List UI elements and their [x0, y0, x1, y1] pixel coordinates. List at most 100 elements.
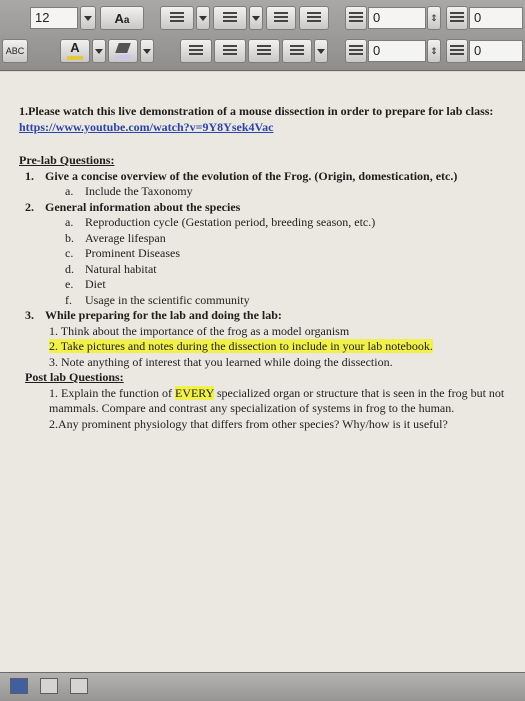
- spacing-before-stepper[interactable]: ⇕: [427, 39, 441, 63]
- question-3: 3. While preparing for the lab and doing…: [19, 308, 519, 324]
- normal-view-icon[interactable]: [10, 678, 28, 694]
- subitem-text: Average lifespan: [85, 230, 166, 245]
- formatting-toolbar: 12 Aa 0 ⇕ 0 ABC A 0 ⇕ 0: [0, 0, 525, 71]
- numbering-button[interactable]: [213, 6, 247, 30]
- justify-button[interactable]: [282, 39, 312, 63]
- increase-indent-icon: [307, 12, 321, 24]
- subitem-number: d.: [65, 261, 74, 276]
- stepper-arrows-icon: ⇕: [430, 45, 438, 56]
- question-2-number: 2.: [25, 199, 34, 214]
- font-color-button[interactable]: A: [60, 39, 90, 63]
- indent-right-icon: [450, 12, 464, 24]
- numbered-list-icon: [223, 12, 237, 24]
- align-right-icon: [257, 45, 271, 57]
- justify-icon: [290, 45, 304, 57]
- indent-left-icon: [349, 12, 363, 24]
- toolbar-row-1: 12 Aa 0 ⇕ 0: [0, 2, 525, 34]
- question-2-subitem: b. Average lifespan: [19, 231, 519, 247]
- document-body[interactable]: 1.Please watch this live demonstration o…: [19, 104, 519, 432]
- subitem-text: Prominent Diseases: [85, 246, 180, 260]
- question-2: 2. General information about the species: [19, 200, 519, 216]
- status-bar: [0, 672, 525, 701]
- question-1a-text: Include the Taxonomy: [85, 184, 193, 198]
- bullets-dropdown-button[interactable]: [196, 6, 210, 30]
- spacing-after-field[interactable]: 0: [469, 40, 523, 62]
- highlighted-text: EVERY: [174, 385, 214, 400]
- font-color-swatch: [67, 56, 83, 60]
- indent-right-field[interactable]: 0: [469, 7, 523, 29]
- highlight-swatch: [115, 55, 131, 59]
- font-size-dropdown-button[interactable]: [80, 6, 96, 30]
- question-3-item-3: 3. Note anything of interest that you le…: [49, 354, 393, 369]
- text-styles-button[interactable]: Aa: [100, 6, 144, 30]
- indent-left-icon-button: [345, 6, 367, 30]
- subitem-number: c.: [65, 246, 74, 260]
- subitem-number: f.: [65, 292, 72, 307]
- question-2-subitem: e. Diet: [19, 277, 519, 293]
- highlight-dropdown[interactable]: [140, 39, 154, 63]
- highlight-button[interactable]: [108, 39, 138, 63]
- chevron-down-icon: [95, 48, 103, 54]
- decrease-indent-icon: [274, 12, 288, 24]
- postlab-question-1: 1. Explain the function of EVERY special…: [19, 385, 519, 417]
- spacing-before-icon: [349, 45, 363, 57]
- question-2-subitem: f. Usage in the scientific community: [19, 293, 519, 309]
- spacing-after-icon-button: [446, 39, 468, 63]
- font-size-field[interactable]: 12: [30, 7, 78, 29]
- question-1-number: 1.: [25, 168, 34, 183]
- indent-right-icon-button: [446, 6, 468, 30]
- decrease-indent-button[interactable]: [266, 6, 296, 30]
- bullet-list-icon: [170, 12, 184, 24]
- postlab-question-2: 2.Any prominent physiology that differs …: [49, 416, 448, 431]
- highlighted-text: 2. Take pictures and notes during the di…: [49, 339, 433, 353]
- question-2-text: General information about the species: [45, 199, 241, 214]
- align-left-icon: [189, 45, 203, 57]
- question-1a-number: a.: [65, 184, 74, 198]
- align-left-button[interactable]: [180, 39, 212, 63]
- prelab-heading: Pre-lab Questions:: [19, 153, 115, 167]
- question-3-item-2: 2. Take pictures and notes during the di…: [19, 339, 519, 355]
- indent-left-stepper[interactable]: ⇕: [427, 6, 441, 30]
- intro-paragraph: 1.Please watch this live demonstration o…: [19, 104, 519, 135]
- question-3-number: 3.: [25, 308, 34, 322]
- spacing-after-icon: [450, 45, 464, 57]
- subitem-text: Diet: [85, 277, 106, 291]
- chevron-down-icon: [317, 48, 325, 54]
- subitem-number: a.: [65, 215, 74, 229]
- question-2-subitem: a. Reproduction cycle (Gestation period, …: [19, 215, 519, 231]
- spacing-before-field[interactable]: 0: [368, 40, 426, 62]
- layout-view-icon[interactable]: [40, 678, 58, 694]
- font-color-dropdown[interactable]: [92, 39, 106, 63]
- question-2-subitem: c. Prominent Diseases: [19, 246, 519, 262]
- character-style-button[interactable]: ABC: [2, 39, 28, 63]
- line-spacing-dropdown[interactable]: [314, 39, 328, 63]
- align-center-button[interactable]: [214, 39, 246, 63]
- indent-left-field[interactable]: 0: [368, 7, 426, 29]
- bullets-button[interactable]: [160, 6, 194, 30]
- align-center-icon: [223, 45, 237, 57]
- numbering-dropdown-button[interactable]: [249, 6, 263, 30]
- chevron-down-icon: [199, 15, 207, 21]
- video-link[interactable]: https://www.youtube.com/watch?v=9Y8Ysek4…: [19, 120, 273, 134]
- chevron-down-icon: [84, 15, 92, 21]
- intro-text: Please watch this live demonstration of …: [28, 104, 494, 118]
- chevron-down-icon: [252, 15, 260, 21]
- align-right-button[interactable]: [248, 39, 280, 63]
- subitem-text: Natural habitat: [85, 261, 157, 276]
- stepper-arrows-icon: ⇕: [430, 12, 438, 23]
- font-color-icon: A: [70, 40, 80, 55]
- question-3-item-1: 1. Think about the importance of the fro…: [49, 323, 350, 338]
- spacing-before-icon-button: [345, 39, 367, 63]
- notebook-view-icon[interactable]: [70, 678, 88, 694]
- increase-indent-button[interactable]: [299, 6, 329, 30]
- question-1-text: Give a concise overview of the evolution…: [45, 168, 458, 183]
- subitem-number: b.: [65, 230, 74, 245]
- question-1a: a. Include the Taxonomy: [19, 184, 519, 200]
- subitem-text: Usage in the scientific community: [85, 292, 250, 307]
- intro-number: 1.: [19, 104, 28, 118]
- postlab-heading: Post lab Questions:: [25, 370, 124, 384]
- toolbar-row-2: ABC A 0 ⇕ 0: [0, 35, 525, 67]
- postlab-1-text-start: 1. Explain the function of: [49, 385, 175, 400]
- text-styles-icon: Aa: [114, 10, 130, 26]
- chevron-down-icon: [143, 48, 151, 54]
